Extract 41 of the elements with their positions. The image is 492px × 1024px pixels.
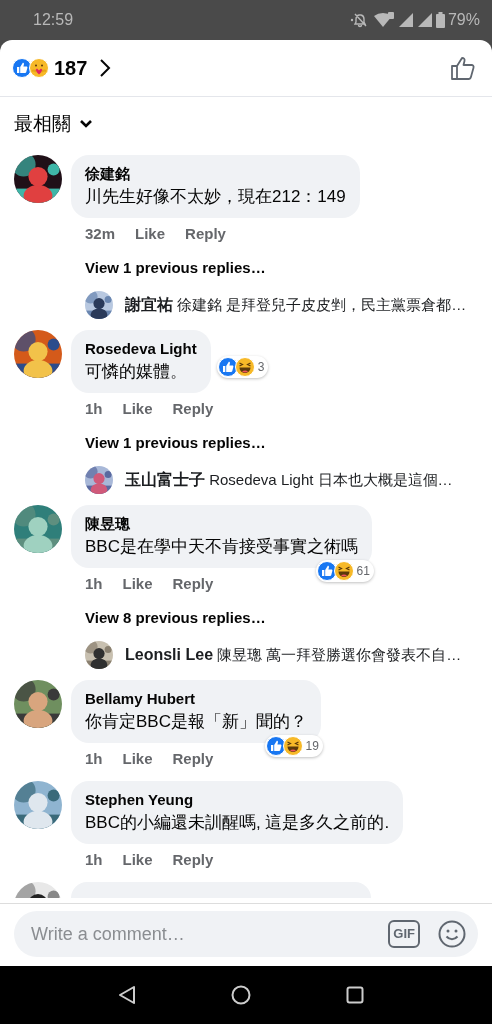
view-replies-link[interactable]: View 8 previous replies… [85, 609, 266, 626]
reply-link[interactable]: Reply [172, 573, 214, 595]
like-link[interactable]: Like [122, 573, 153, 595]
reply-preview[interactable]: 謝宜祐 徐建銘 是拜登兒子皮皮剉，民主黨票倉都… [125, 294, 467, 316]
comment-text: BBC的小編還未訓醒嗎, 這是多久之前的. [85, 812, 390, 834]
view-replies-link[interactable]: View 1 previous replies… [85, 259, 266, 276]
comment-time: 1h [85, 850, 103, 870]
comment-time: 32m [85, 224, 116, 244]
reaction-badge[interactable]: 61 [315, 560, 374, 582]
like-link[interactable]: Like [122, 398, 153, 420]
comment-author[interactable]: Rosedeva Light [85, 339, 197, 359]
comment-author[interactable]: 徐建銘 [85, 164, 346, 184]
comment-text: 川先生好像不太妙，現在212：149 [85, 186, 346, 208]
reaction-count[interactable]: 187 [54, 56, 88, 80]
clock-time: 12:59 [33, 11, 74, 29]
gif-button[interactable]: GIF [388, 920, 420, 948]
comment-time: 1h [85, 749, 103, 769]
like-link[interactable]: Like [122, 849, 153, 871]
comment-author[interactable]: 陳昱璁 [85, 514, 358, 534]
battery-level: 79% [447, 11, 480, 29]
comment-text: 可憐的媒體。 [85, 361, 188, 383]
sort-label: 最相關 [14, 112, 71, 136]
reaction-badge[interactable]: 19 [264, 735, 323, 757]
reply-link[interactable]: Reply [185, 223, 226, 245]
comment-time: 1h [85, 399, 103, 419]
like-link[interactable]: Like [122, 748, 153, 770]
comment-text: 你肯定BBC是報「新」聞的？ [85, 711, 307, 733]
comment-author[interactable]: Bellamy Hubert [85, 689, 307, 709]
sort-dropdown[interactable]: 最相關 [14, 111, 93, 137]
view-replies-link[interactable]: View 1 previous replies… [85, 434, 266, 451]
reply-preview[interactable]: Leonsli Lee 陳昱璁 萬一拜登勝選你會發表不自… [125, 645, 462, 665]
comment-field[interactable]: Write a comment… GIF [14, 911, 478, 957]
comment-text: BBC是在學中天不肯接受事實之術嗎 [85, 536, 358, 558]
reply-link[interactable]: Reply [172, 849, 214, 871]
reaction-badge[interactable]: 3 [216, 355, 269, 378]
reply-link[interactable]: Reply [172, 748, 214, 770]
reply-preview[interactable]: 玉山富士子 Rosedeva Light 日本也大概是這個… [125, 469, 453, 491]
comment-author[interactable]: Stephen Yeung [85, 790, 390, 810]
like-link[interactable]: Like [135, 223, 166, 245]
comment-time: 1h [85, 574, 103, 594]
reply-link[interactable]: Reply [172, 398, 214, 420]
